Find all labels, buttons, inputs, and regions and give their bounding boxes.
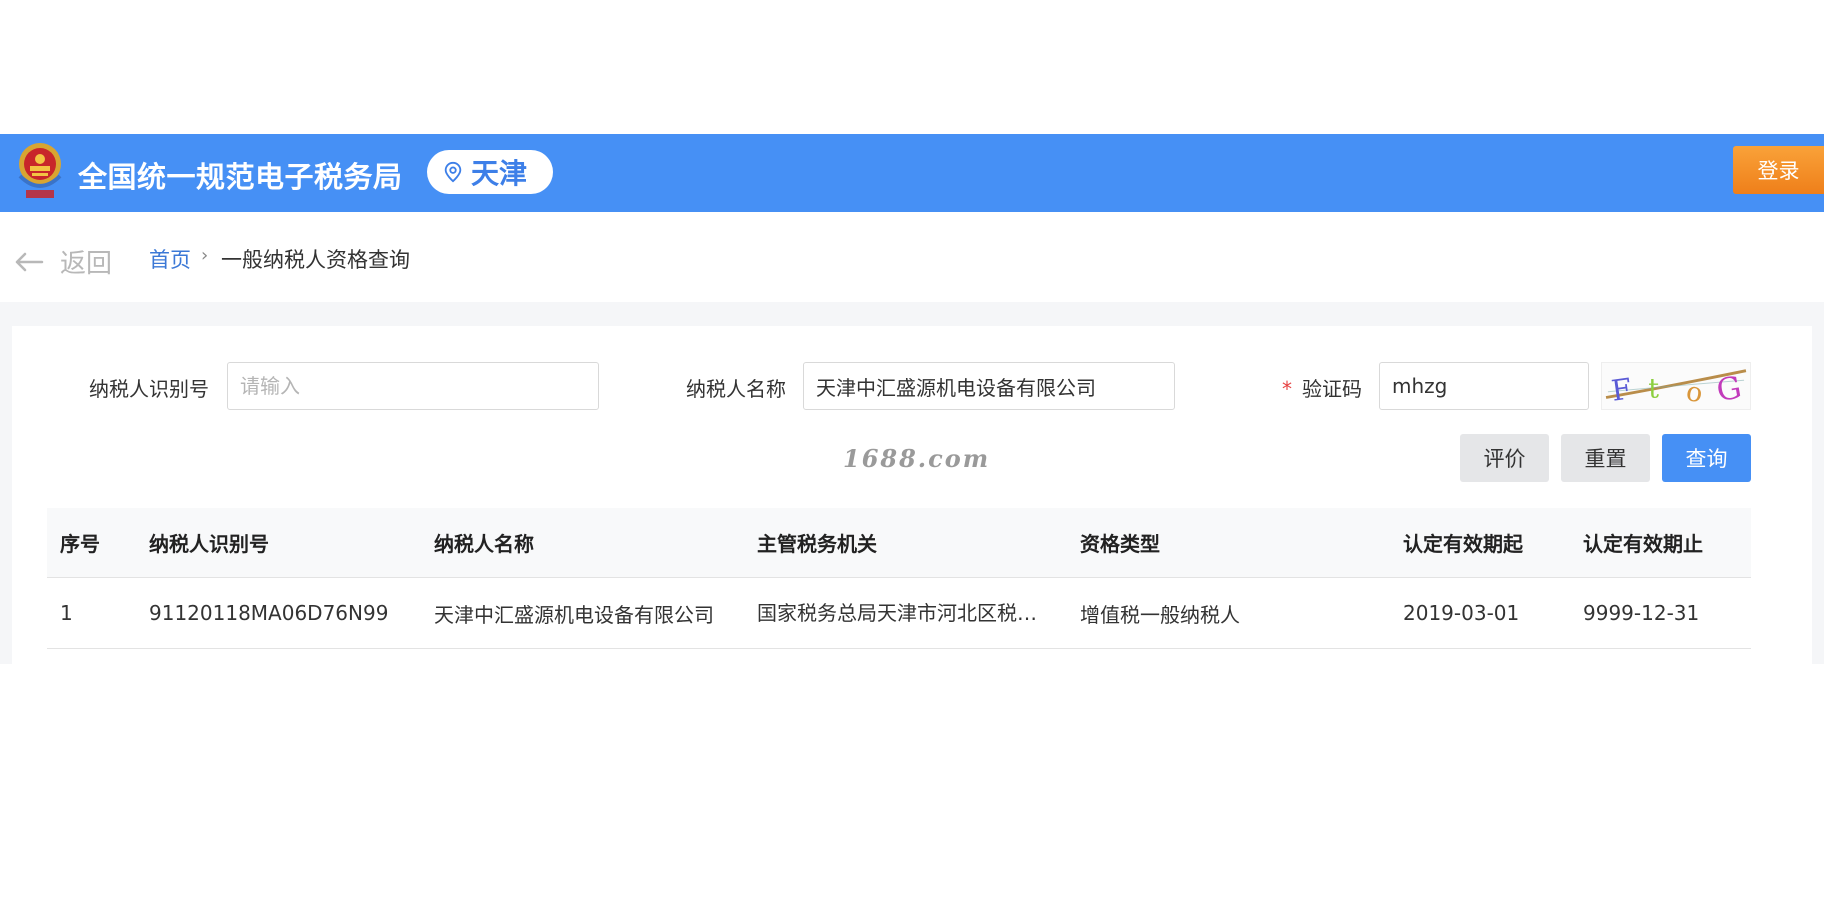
- results-table: 序号 纳税人识别号 纳税人名称 主管税务机关 资格类型 认定有效期起 认定有效期…: [47, 508, 1751, 649]
- page: 全国统一规范电子税务局 天津 登录 返回 首页 › 一般纳税人资格查询 纳税人识…: [0, 0, 1824, 912]
- tax-emblem-icon: [18, 143, 62, 198]
- table-cell: 2019-03-01: [1403, 601, 1520, 625]
- column-header: 纳税人识别号: [149, 532, 269, 556]
- column-header: 认定有效期起: [1403, 532, 1523, 556]
- table-cell: 91120118MA06D76N99: [149, 601, 389, 625]
- taxpayer-name-input[interactable]: [803, 362, 1175, 410]
- captcha-char: G: [1714, 370, 1744, 409]
- column-header: 序号: [60, 532, 100, 556]
- region-name: 天津: [471, 157, 528, 190]
- column-header: 纳税人名称: [434, 532, 534, 556]
- arrow-left-icon: [15, 252, 44, 271]
- site-title: 全国统一规范电子税务局: [78, 160, 403, 194]
- map-pin-icon: [444, 161, 462, 183]
- table-cell: 1: [60, 601, 73, 625]
- table-row[interactable]: 1 91120118MA06D76N99 天津中汇盛源机电设备有限公司 国家税务…: [47, 578, 1751, 649]
- breadcrumb-home-link[interactable]: 首页: [149, 244, 191, 274]
- captcha-image[interactable]: F t o G: [1601, 362, 1751, 410]
- taxpayer-id-input[interactable]: [227, 362, 599, 410]
- login-button[interactable]: 登录: [1733, 146, 1824, 194]
- column-header: 认定有效期止: [1583, 532, 1703, 556]
- column-header: 主管税务机关: [757, 532, 877, 556]
- captcha-char: t: [1648, 374, 1659, 405]
- table-header: 序号 纳税人识别号 纳税人名称 主管税务机关 资格类型 认定有效期起 认定有效期…: [47, 508, 1751, 578]
- table-cell: 国家税务总局天津市河北区税…: [757, 601, 1037, 625]
- required-mark: *: [1282, 377, 1292, 401]
- captcha-label-text: 验证码: [1302, 377, 1362, 401]
- rate-button[interactable]: 评价: [1460, 434, 1549, 482]
- reset-button[interactable]: 重置: [1561, 434, 1650, 482]
- captcha-char: F: [1609, 371, 1633, 407]
- watermark: 1688.com: [843, 444, 991, 473]
- table-cell: 增值税一般纳税人: [1080, 602, 1240, 627]
- top-header: 全国统一规范电子税务局 天津 登录: [0, 134, 1824, 212]
- taxpayer-name-label: 纳税人名称: [686, 377, 786, 401]
- search-button[interactable]: 查询: [1662, 434, 1751, 482]
- table-cell: 9999-12-31: [1583, 601, 1700, 625]
- column-header: 资格类型: [1080, 532, 1160, 556]
- back-label: 返回: [60, 249, 113, 279]
- chevron-right-icon: ›: [201, 245, 209, 266]
- region-selector[interactable]: 天津: [427, 150, 553, 194]
- breadcrumb-current: 一般纳税人资格查询: [221, 248, 410, 272]
- breadcrumb-bar: 返回 首页 › 一般纳税人资格查询: [0, 212, 1824, 302]
- captcha-label: * 验证码: [1282, 373, 1362, 402]
- back-button[interactable]: 返回: [14, 243, 112, 280]
- taxpayer-id-label: 纳税人识别号: [89, 377, 209, 401]
- captcha-input[interactable]: [1379, 362, 1589, 410]
- table-cell: 天津中汇盛源机电设备有限公司: [434, 602, 714, 627]
